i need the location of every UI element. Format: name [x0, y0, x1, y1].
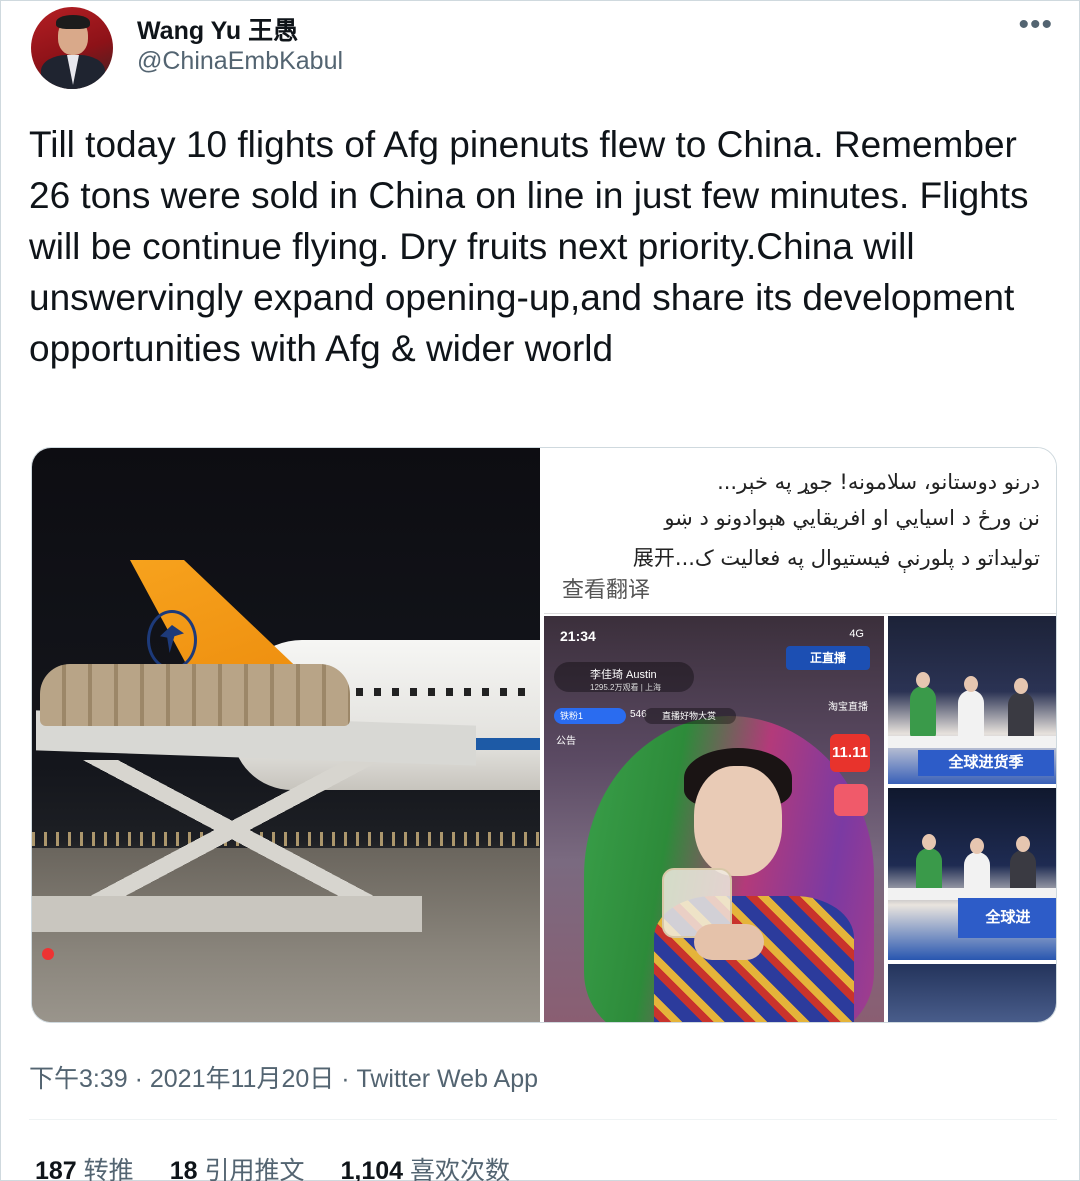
- host-hand: [694, 924, 764, 960]
- gift-icon: [834, 784, 868, 816]
- signal-icon: 4G: [849, 628, 864, 640]
- engagement-stats: 187 转推 18 引用推文 1,104 喜欢次数: [35, 1151, 510, 1181]
- fans-badge: 铁粉1: [554, 708, 626, 724]
- studio-table: [888, 736, 1056, 748]
- more-horizontal-icon[interactable]: •••: [1018, 10, 1053, 40]
- host-face: [694, 766, 782, 876]
- tweet-text: Till today 10 flights of Afg pinenuts fl…: [29, 124, 1029, 369]
- user-handle[interactable]: @ChinaEmbKabul: [137, 47, 343, 76]
- avatar[interactable]: [31, 7, 113, 89]
- taobao-live-label: 淘宝直播: [828, 702, 868, 713]
- host-stats: 1295.2万观看 | 上海: [590, 683, 661, 692]
- retweets-stat[interactable]: 187 转推: [35, 1151, 134, 1181]
- cargo-plane-photo[interactable]: [32, 448, 540, 1022]
- tweet-timestamp[interactable]: 下午3:39 · 2021年11月20日 · Twitter Web App: [29, 1059, 538, 1095]
- notice-label: 公告: [556, 736, 576, 747]
- quote-tweets-count: 18: [169, 1157, 198, 1181]
- media-grid: درنو دوستانو، سلامونه! جوړ په خېر... نن …: [31, 447, 1057, 1023]
- retweets-count: 187: [35, 1157, 77, 1181]
- show-banner: 全球进: [958, 898, 1056, 938]
- loader-base: [32, 896, 422, 932]
- likes-label: 喜欢次数: [409, 1157, 510, 1181]
- warning-light: [42, 948, 54, 960]
- guest-1: [910, 672, 936, 738]
- airline-logo-icon: [147, 610, 197, 670]
- likes-stat[interactable]: 1,104 喜欢次数: [340, 1151, 510, 1181]
- guest-2: [958, 676, 984, 742]
- avatar-hair: [56, 15, 90, 29]
- live-time: 21:34: [560, 628, 596, 644]
- live-brand-badge: 正直播: [786, 646, 870, 670]
- quote-tweets-stat[interactable]: 18 引用推文: [170, 1151, 305, 1181]
- quote-tweets-label: 引用推文: [204, 1157, 305, 1181]
- divider: [29, 1119, 1057, 1120]
- host-name: 李佳琦 Austin: [590, 669, 657, 681]
- tweet-card: Wang Yu 王愚 @ChinaEmbKabul ••• Till today…: [0, 0, 1080, 1181]
- studio-photo-1[interactable]: 全球进货季: [888, 616, 1056, 784]
- loader-scissor-lift: [72, 760, 392, 900]
- retweets-label: 转推: [83, 1157, 134, 1181]
- show-banner: 全球进货季: [918, 750, 1054, 776]
- studio-photo-2[interactable]: 全球进: [888, 788, 1056, 960]
- sale-badge: 11.11: [830, 734, 870, 772]
- studio-photo-3[interactable]: [888, 964, 1056, 1022]
- display-name[interactable]: Wang Yu 王愚: [137, 11, 298, 47]
- screenshot-text-photo[interactable]: درنو دوستانو، سلامونه! جوړ په خېر... نن …: [544, 448, 1056, 614]
- pinenut-sacks: [40, 664, 350, 726]
- pashto-line-2: نن ورځ د اسیایي او افریقایي هېوادونو د ښ…: [664, 506, 1040, 530]
- pashto-line-1: درنو دوستانو، سلامونه! جوړ په خېر...: [717, 470, 1040, 494]
- live-tag: 直播好物大赏: [644, 708, 736, 724]
- pashto-line-3: تولیداتو د پلورنې فیستیوال په فعالیت ک..…: [632, 546, 1040, 570]
- translate-link[interactable]: 查看翻译: [562, 572, 650, 604]
- livestream-photo[interactable]: 21:34 4G 李佳琦 Austin 1295.2万观看 | 上海 正直播 淘…: [544, 616, 884, 1022]
- likes-count: 1,104: [340, 1157, 404, 1181]
